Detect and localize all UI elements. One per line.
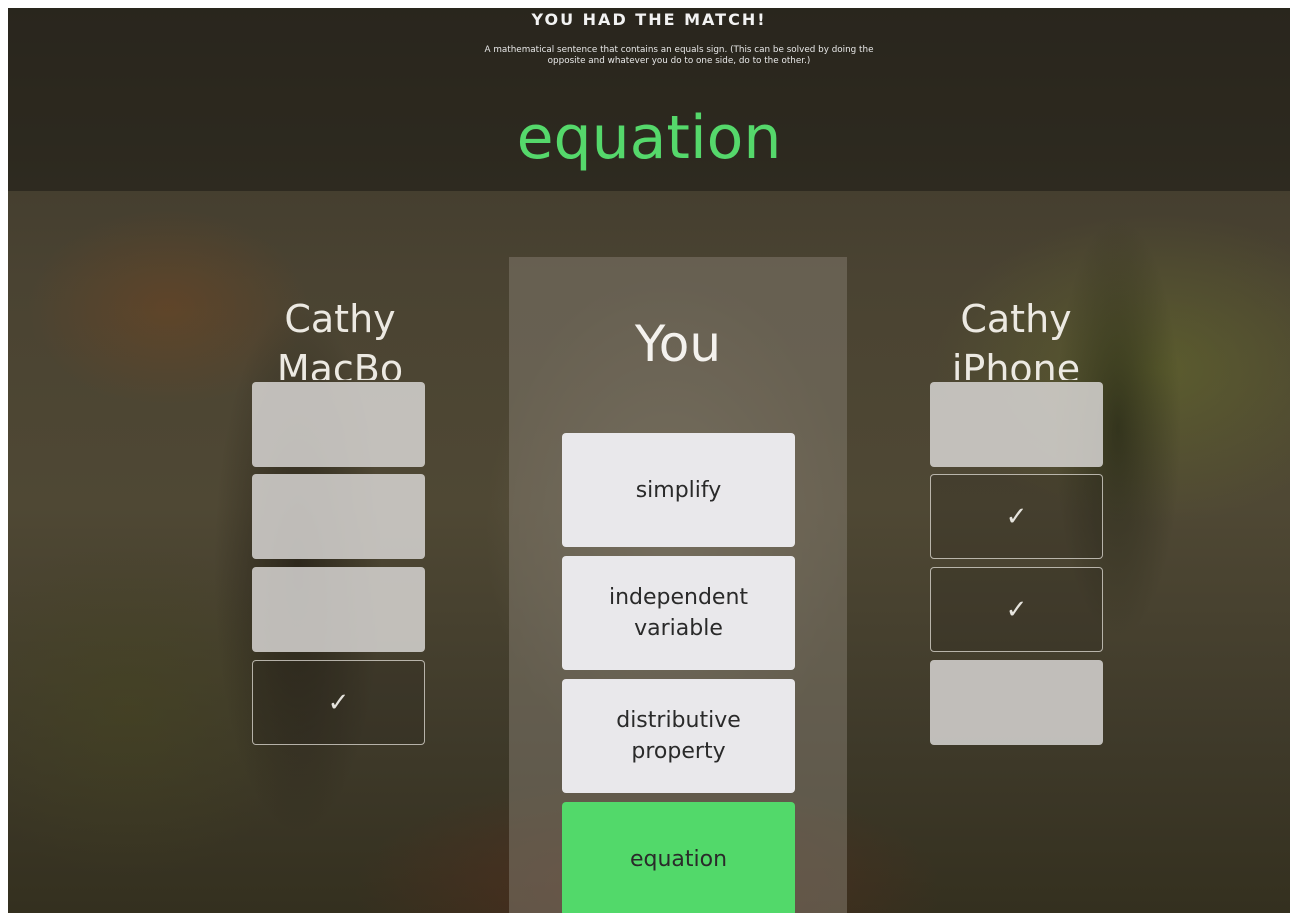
- you-label: You: [634, 315, 722, 373]
- check-icon: ✓: [1005, 501, 1028, 532]
- opponent-right-tile-matched: ✓: [930, 474, 1103, 559]
- answer-choice-equation-correct[interactable]: equation: [562, 802, 795, 913]
- opponent-left-tile: [252, 474, 425, 559]
- opponent-left-tile: [252, 567, 425, 652]
- answer-choice-distributive-property[interactable]: distributive property: [562, 679, 795, 793]
- opponent-name-left: Cathy MacBo: [276, 297, 404, 380]
- term-definition: A mathematical sentence that contains an…: [484, 45, 874, 66]
- opponent-left-tile-matched: ✓: [252, 660, 425, 745]
- opponent-right-tile-matched: ✓: [930, 567, 1103, 652]
- check-icon: ✓: [327, 687, 350, 718]
- opponent-name-right: Cathy iPhone: [951, 297, 1081, 380]
- result-title: YOU HAD THE MATCH!: [531, 10, 767, 29]
- answer-choice-simplify[interactable]: simplify: [562, 433, 795, 547]
- result-banner: YOU HAD THE MATCH! A mathematical senten…: [8, 8, 1290, 191]
- opponent-right-tile: [930, 660, 1103, 745]
- check-icon: ✓: [1005, 594, 1028, 625]
- opponent-left-tile: [252, 382, 425, 467]
- matched-term: equation: [516, 103, 782, 173]
- game-board: YOU HAD THE MATCH! A mathematical senten…: [8, 8, 1290, 913]
- opponent-right-tile: [930, 382, 1103, 467]
- answer-choice-independent-variable[interactable]: independent variable: [562, 556, 795, 670]
